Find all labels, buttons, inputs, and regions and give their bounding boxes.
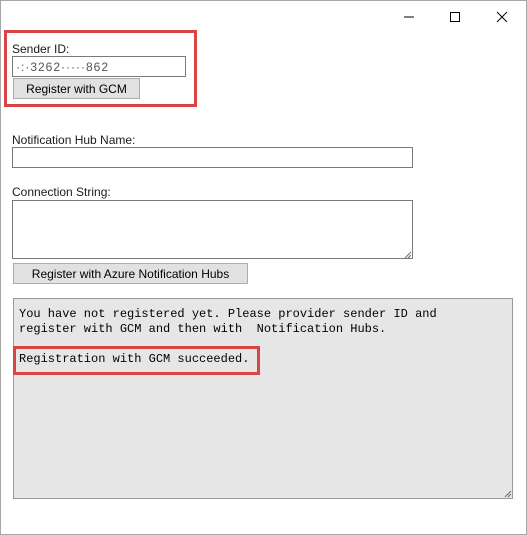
app-window: Sender ID: Register with GCM Notificatio…	[0, 0, 527, 535]
minimize-button[interactable]	[386, 1, 432, 33]
close-button[interactable]	[479, 1, 525, 33]
output-resize-grip-icon[interactable]	[502, 488, 512, 498]
output-line-2: register with GCM and then with Notifica…	[19, 322, 387, 336]
sender-id-input[interactable]	[12, 56, 186, 77]
maximize-button[interactable]	[432, 1, 478, 33]
minimize-icon	[404, 16, 414, 18]
output-log[interactable]: You have not registered yet. Please prov…	[13, 298, 513, 499]
connection-string-input[interactable]	[12, 200, 413, 259]
sender-id-label: Sender ID:	[12, 42, 70, 56]
resize-grip-icon[interactable]	[402, 249, 412, 259]
output-line-1: You have not registered yet. Please prov…	[19, 307, 437, 321]
hub-name-label: Notification Hub Name:	[12, 133, 136, 147]
register-gcm-button[interactable]: Register with GCM	[13, 78, 140, 99]
register-notification-hubs-button[interactable]: Register with Azure Notification Hubs	[13, 263, 248, 284]
close-icon	[496, 11, 508, 23]
hub-name-input[interactable]	[12, 147, 413, 168]
maximize-icon	[450, 12, 460, 22]
connection-string-label: Connection String:	[12, 185, 111, 199]
output-line-3: Registration with GCM succeeded.	[19, 352, 250, 366]
title-bar	[1, 1, 526, 33]
